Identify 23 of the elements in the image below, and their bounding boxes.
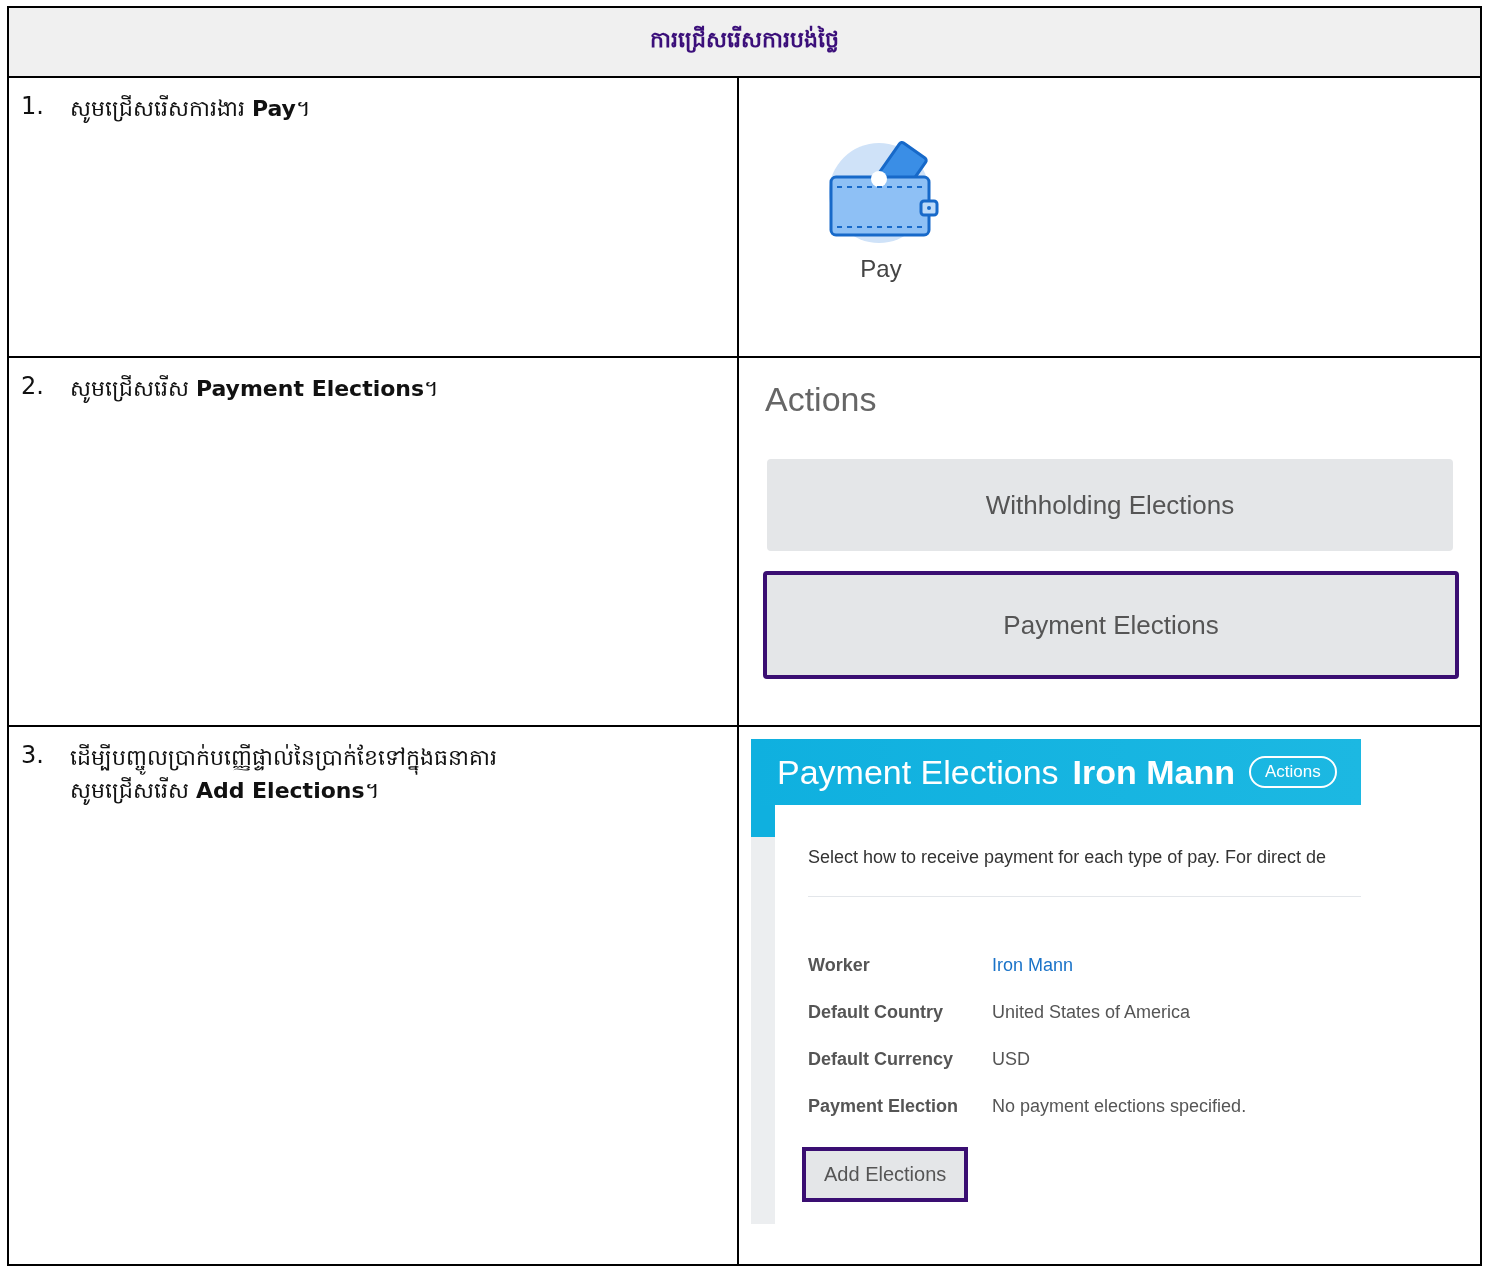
step-number: 3. <box>21 741 44 769</box>
page-title: Payment Elections <box>777 752 1059 792</box>
field-value: USD <box>992 1049 1031 1070</box>
action-button[interactable]: Withholding Elections <box>767 459 1453 551</box>
app-tile-label[interactable]: Pay <box>860 255 902 283</box>
field-label: Default Currency <box>808 1049 955 1070</box>
step-number: 1. <box>21 92 44 120</box>
table-title: ការជ្រើសរើសការបង់ថ្លៃ <box>650 26 839 55</box>
step-instruction: ដើម្បីបញ្ចូលប្រាក់បញ្ញើផ្ទាល់នៃប្រាក់ខែទៅក្នុងធនាគារ សូមជ្រើសរើស Add Elections។ <box>69 743 497 807</box>
add-elections-button[interactable]: Add Elections <box>802 1147 969 1202</box>
step-instruction: សូមជ្រើសរើសការងារ Pay។ <box>69 94 311 125</box>
field-value: United States of America <box>992 1002 1192 1023</box>
field-label: Worker <box>808 955 871 976</box>
intro-text: Select how to receive payment for each type of pay. For direct de <box>808 847 1361 897</box>
field-value: No payment elections specified. <box>992 1096 1248 1117</box>
field-label: Payment Election <box>808 1096 960 1117</box>
step-instruction: សូមជ្រើសរើស Payment Elections។ <box>69 374 440 405</box>
worker-name: Iron Mann <box>1072 752 1236 792</box>
action-button[interactable]: Payment Elections <box>763 571 1459 679</box>
step-number: 2. <box>21 372 44 400</box>
worker-link[interactable]: Iron Mann <box>992 955 1361 976</box>
field-label: Default Country <box>808 1002 944 1023</box>
actions-heading: Actions <box>765 380 878 419</box>
